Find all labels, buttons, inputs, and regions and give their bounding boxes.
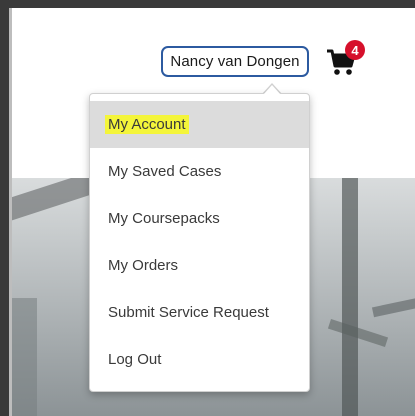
menu-item-label: My Account <box>105 115 189 134</box>
menu-item-label: My Orders <box>108 257 179 274</box>
user-name-label: Nancy van Dongen <box>170 53 300 70</box>
dropdown-caret-inner <box>263 85 281 95</box>
menu-item-label: My Coursepacks <box>108 210 220 227</box>
window-frame-top <box>0 0 415 8</box>
window-frame-left <box>0 0 9 416</box>
menu-item-label: My Saved Cases <box>108 163 222 180</box>
menu-item-log-out[interactable]: Log Out <box>90 336 309 383</box>
cart-badge: 4 <box>345 40 365 60</box>
menu-item-my-coursepacks[interactable]: My Coursepacks <box>90 195 309 242</box>
cart-button[interactable]: 4 <box>325 40 367 82</box>
menu-item-label: Submit Service Request <box>108 304 269 321</box>
menu-item-my-orders[interactable]: My Orders <box>90 242 309 289</box>
account-dropdown: My Account My Saved Cases My Coursepacks… <box>89 93 310 392</box>
menu-item-label: Log Out <box>108 351 162 368</box>
menu-item-my-saved-cases[interactable]: My Saved Cases <box>90 148 309 195</box>
user-menu-button[interactable]: Nancy van Dongen <box>161 46 309 77</box>
menu-item-my-account[interactable]: My Account <box>90 101 309 148</box>
menu-item-submit-service-request[interactable]: Submit Service Request <box>90 289 309 336</box>
